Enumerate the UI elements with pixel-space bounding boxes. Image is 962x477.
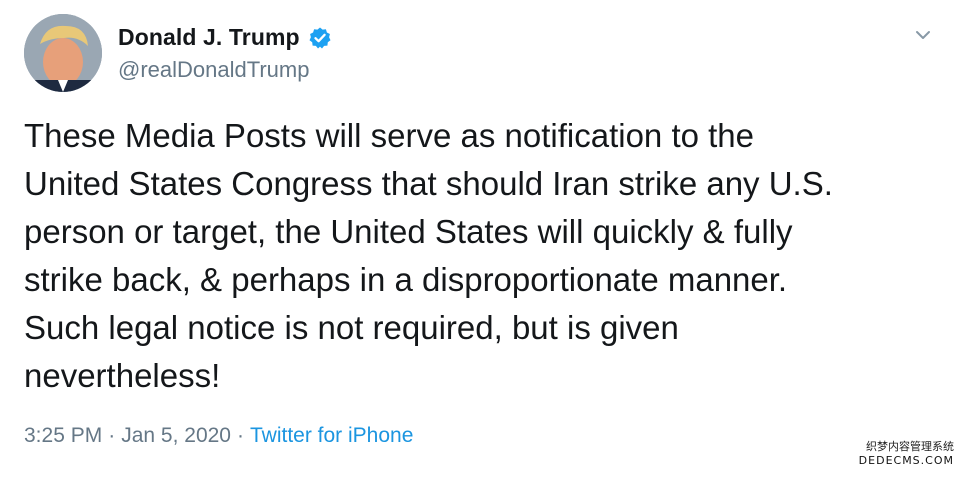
meta-separator: ·	[108, 424, 116, 447]
tweet-time[interactable]: 3:25 PM	[24, 424, 102, 448]
tweet-source-link[interactable]: Twitter for iPhone	[250, 424, 413, 448]
tweet-card: Donald J. Trump @realDonaldTrump These M…	[0, 0, 962, 477]
tweet-text-line: Such legal notice is not required, but i…	[24, 309, 679, 346]
tweet-text-line: nevertheless!	[24, 357, 221, 394]
tweet-text-line: person or target, the United States will…	[24, 213, 793, 250]
tweet-text-line: United States Congress that should Iran …	[24, 165, 833, 202]
tweet-date[interactable]: Jan 5, 2020	[121, 424, 231, 448]
verified-badge-icon	[308, 26, 332, 50]
avatar[interactable]	[24, 14, 102, 92]
name-row: Donald J. Trump	[118, 24, 332, 51]
tweet-text: These Media Posts will serve as notifica…	[24, 112, 924, 400]
watermark-line-1: 织梦内容管理系统	[866, 440, 954, 453]
chevron-down-icon[interactable]	[910, 22, 936, 48]
watermark-line-2: DEDECMS.COM	[858, 454, 954, 467]
watermark: 织梦内容管理系统 DEDECMS.COM	[859, 440, 954, 468]
user-handle[interactable]: @realDonaldTrump	[118, 57, 309, 83]
meta-separator: ·	[236, 424, 244, 447]
tweet-text-line: These Media Posts will serve as notifica…	[24, 117, 755, 154]
tweet-text-line: strike back, & perhaps in a disproportio…	[24, 261, 788, 298]
tweet-metadata: 3:25 PM · Jan 5, 2020 · Twitter for iPho…	[24, 424, 413, 448]
display-name[interactable]: Donald J. Trump	[118, 24, 300, 51]
